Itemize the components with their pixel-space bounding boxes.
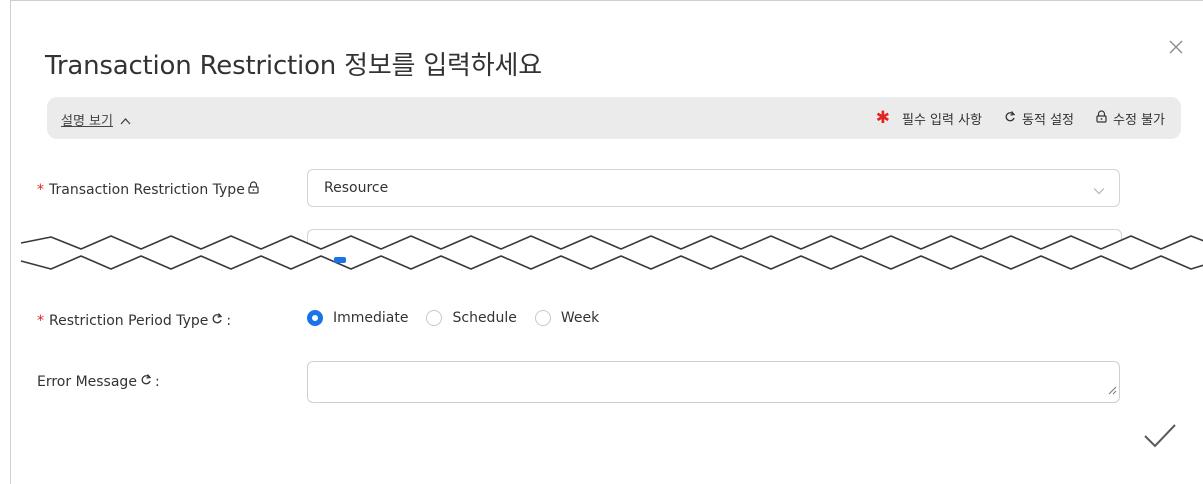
transaction-type-label-group: * Transaction Restriction Type [37,181,259,198]
error-message-label: Error Message [37,373,137,390]
refresh-icon [211,312,223,329]
error-message-label-group: Error Message : [37,373,160,390]
chevron-up-icon [120,114,131,128]
period-type-colon: : [226,312,232,329]
chevron-down-icon [1093,182,1105,200]
error-message-colon: : [154,373,160,390]
required-legend-label: 필수 입력 사항 [902,113,983,128]
error-message-textarea[interactable] [307,361,1120,403]
period-type-label: Restriction Period Type [49,312,209,329]
show-description-label: 설명 보기 [61,114,113,129]
required-mark: * [37,181,44,198]
lock-icon [1096,110,1107,127]
transaction-type-value: Resource [324,180,389,196]
readonly-legend-label: 수정 불가 [1113,113,1165,128]
radio-selected-indicator [307,310,323,326]
radio-indicator [534,310,551,326]
required-star-icon: ✱ [875,108,890,128]
resize-grip-icon[interactable] [1107,382,1117,400]
radio-indicator [426,310,443,326]
radio-week-label: Week [560,310,600,326]
radio-schedule[interactable]: Schedule [426,310,517,326]
transaction-type-label: Transaction Restriction Type [49,181,245,198]
transaction-restriction-dialog: Transaction Restriction 정보를 입력하세요 설명 보기 … [10,0,1203,484]
dialog-title: Transaction Restriction 정보를 입력하세요 [45,51,542,81]
required-mark: * [37,312,44,329]
dynamic-legend-label: 동적 설정 [1022,113,1075,128]
legend-key: ✱ 필수 입력 사항 동적 설정 수정 불가 [875,108,1165,129]
transaction-type-select[interactable]: Resource [307,169,1120,207]
checkmark-icon[interactable] [1142,421,1178,456]
show-description-toggle[interactable]: 설명 보기 [61,110,131,129]
legend-bar: 설명 보기 ✱ 필수 입력 사항 동적 설정 수정 불가 [47,97,1181,139]
radio-immediate[interactable]: Immediate [307,310,408,326]
period-type-label-group: * Restriction Period Type : [37,312,231,329]
lock-icon [248,181,259,198]
period-type-radio-group: Immediate Schedule Week [307,310,617,326]
radio-schedule-label: Schedule [452,310,517,326]
radio-immediate-label: Immediate [333,310,409,326]
refresh-icon [1004,110,1016,127]
radio-week[interactable]: Week [534,310,600,326]
refresh-icon [140,373,152,390]
close-icon[interactable] [1164,35,1188,59]
page-break-zigzag [11,235,1203,281]
